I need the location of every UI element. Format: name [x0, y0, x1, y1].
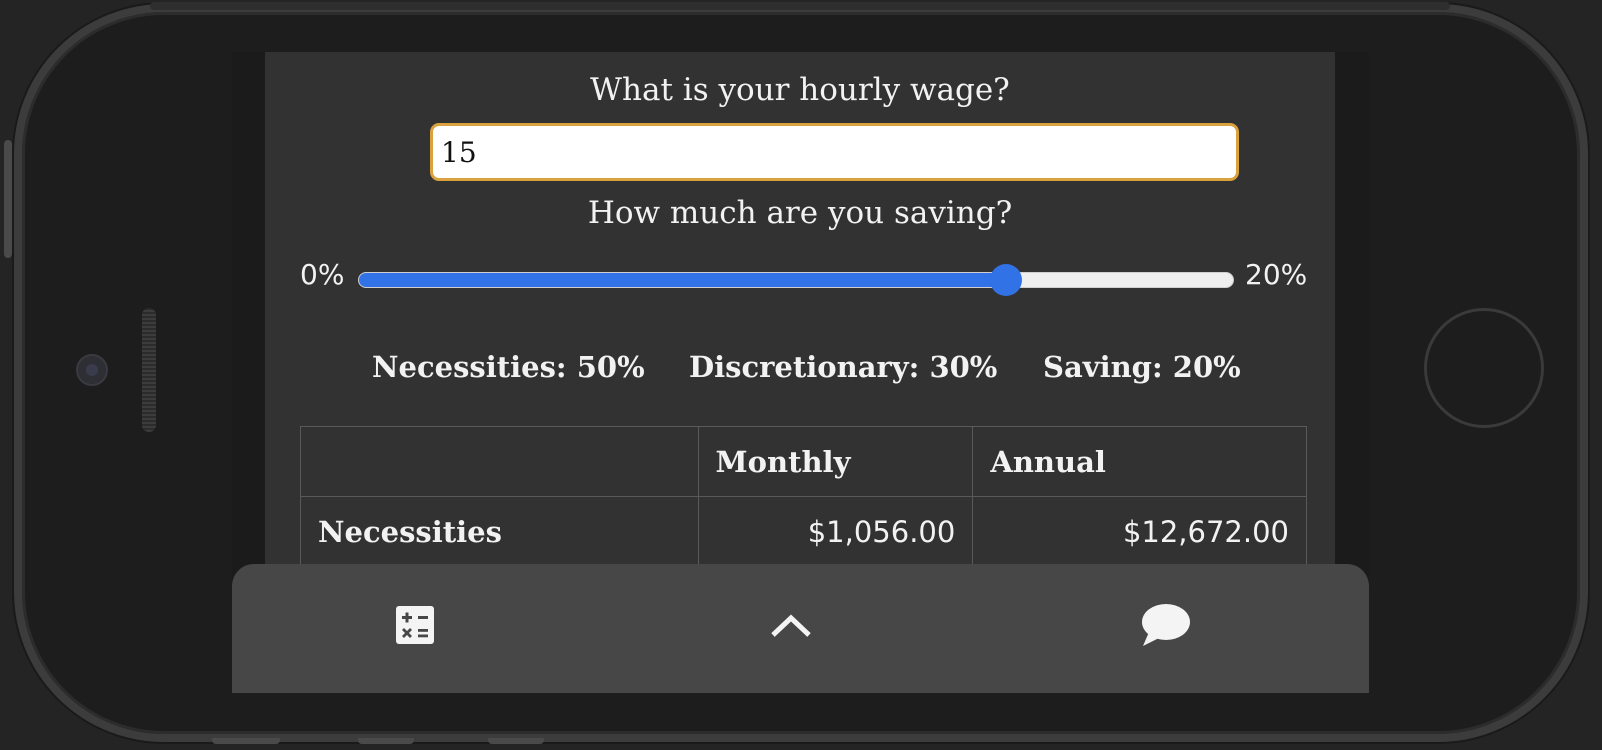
bottom-navigation-bar	[232, 564, 1369, 693]
slider-min-label: 0%	[300, 258, 345, 291]
saving-question: How much are you saving?	[587, 195, 1013, 231]
table-header-monthly: Monthly	[697, 426, 974, 497]
table-header-annual: Annual	[972, 426, 1307, 497]
slider-max-label: 20%	[1245, 258, 1308, 291]
saving-slider[interactable]	[358, 272, 1234, 288]
row-monthly: $1,056.00	[697, 496, 974, 567]
table-header-empty	[300, 426, 699, 497]
phone-home-button	[1424, 308, 1544, 428]
discretionary-percent: Discretionary: 30%	[689, 350, 998, 384]
phone-side-button	[4, 140, 12, 258]
chat-bubble-icon	[1142, 604, 1190, 646]
table-header-row: Monthly Annual	[300, 426, 1307, 497]
phone-screen: What is your hourly wage? How much are y…	[232, 52, 1369, 693]
phone-camera	[76, 354, 108, 386]
chat-button[interactable]	[1126, 590, 1206, 660]
row-label: Necessities	[300, 496, 699, 567]
saving-percent: Saving: 20%	[1043, 350, 1241, 384]
phone-top-edge	[150, 2, 1450, 10]
table-row: Necessities $1,056.00 $12,672.00	[300, 496, 1307, 567]
budget-table: Monthly Annual Necessities $1,056.00 $12…	[300, 426, 1307, 567]
wage-question: What is your hourly wage?	[590, 72, 1010, 108]
scroll-up-button[interactable]	[751, 590, 831, 660]
phone-volume-button	[358, 738, 414, 744]
row-annual: $12,672.00	[972, 496, 1307, 567]
hourly-wage-input[interactable]	[430, 123, 1239, 181]
phone-power-button	[488, 738, 544, 744]
necessities-percent: Necessities: 50%	[372, 350, 645, 384]
saving-slider-row: 0% 20%	[265, 252, 1335, 302]
slider-fill	[359, 273, 1008, 287]
calculator-icon	[396, 606, 434, 644]
phone-speaker	[142, 308, 156, 432]
calculator-button[interactable]	[375, 590, 455, 660]
slider-thumb[interactable]	[990, 264, 1023, 296]
phone-volume-button	[212, 738, 280, 744]
chevron-up-icon	[771, 614, 811, 637]
